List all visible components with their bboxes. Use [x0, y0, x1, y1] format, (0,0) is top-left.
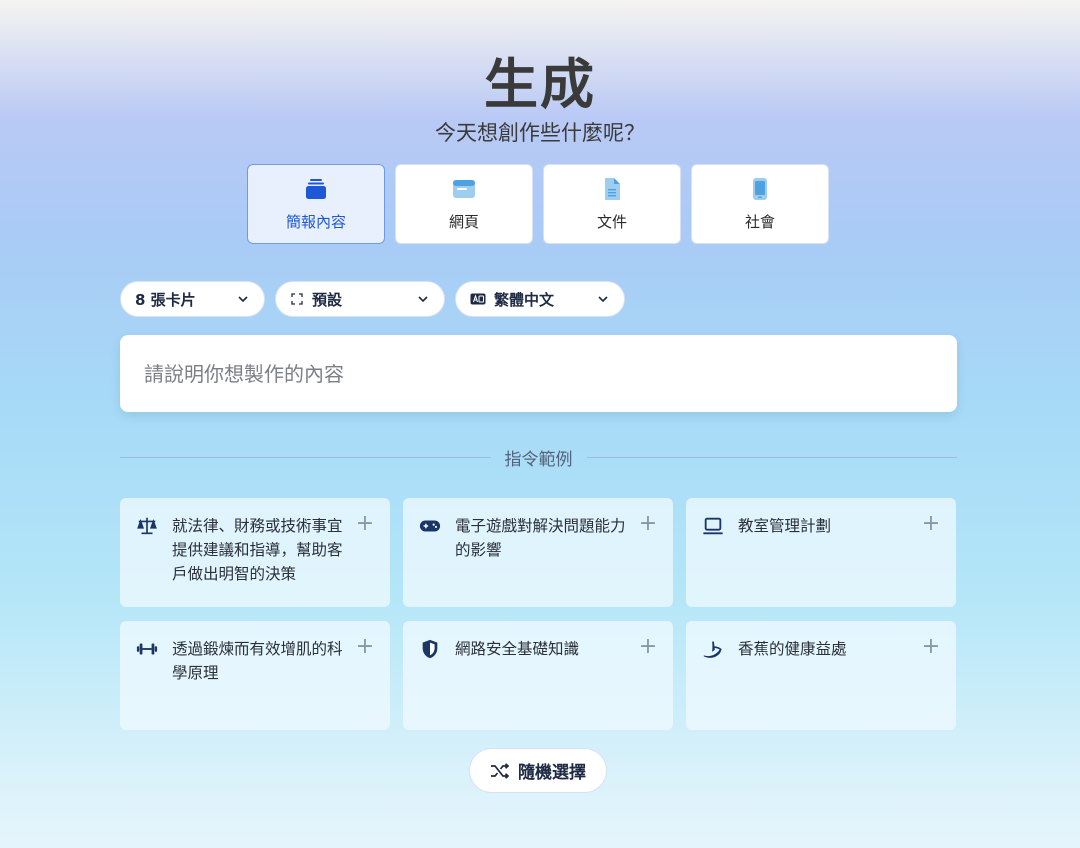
webpage-icon [453, 179, 475, 198]
type-card-webpage[interactable]: 網頁 [395, 164, 533, 244]
example-prompt-card[interactable]: 教室管理計劃 + [686, 498, 956, 607]
gamepad-icon [419, 520, 441, 532]
example-prompt-card[interactable]: 網路安全基礎知識 + [403, 621, 673, 730]
chevron-down-icon [596, 292, 610, 306]
example-prompt-text: 透過鍛煉而有效增肌的科學原理 [172, 640, 343, 682]
prompt-box [120, 335, 957, 412]
random-choice-button[interactable]: 隨機選擇 [469, 748, 607, 793]
page-subtitle: 今天想創作些什麼呢？ [435, 121, 645, 145]
type-card-label: 簡報內容 [285, 212, 346, 231]
example-prompt-text: 就法律、財務或技術事宜提供建議和指導，幫助客戶做出明智的決策 [172, 517, 343, 583]
card-count-value: 8 張卡片 [135, 290, 196, 309]
plus-icon[interactable]: + [920, 636, 942, 658]
scales-icon [137, 517, 157, 535]
chevron-down-icon [416, 292, 430, 306]
random-choice-label: 隨機選擇 [518, 763, 586, 783]
aspect-ratio-icon [290, 292, 304, 306]
type-card-document[interactable]: 文件 [543, 164, 681, 244]
example-prompt-text: 香蕉的健康益處 [738, 640, 847, 658]
divider-line [120, 456, 491, 458]
type-card-label: 社會 [744, 212, 775, 231]
document-icon [605, 177, 620, 200]
language-dropdown[interactable]: 繁體中文 [455, 281, 625, 317]
language-value: 繁體中文 [494, 290, 555, 309]
example-prompt-card[interactable]: 電子遊戲對解決問題能力的影響 + [403, 498, 673, 607]
type-card-presentation[interactable]: 簡報內容 [247, 164, 385, 244]
example-prompt-card[interactable]: 香蕉的健康益處 + [686, 621, 956, 730]
plus-icon[interactable]: + [354, 513, 376, 535]
chevron-down-icon [236, 292, 250, 306]
examples-divider: 指令範例 [120, 446, 957, 470]
card-count-dropdown[interactable]: 8 張卡片 [120, 281, 265, 317]
type-card-label: 文件 [596, 212, 627, 231]
examples-heading: 指令範例 [504, 449, 573, 470]
presentation-stack-icon [306, 178, 326, 199]
format-value: 預設 [312, 290, 343, 309]
prompt-input[interactable] [144, 361, 933, 386]
shield-icon [422, 639, 438, 659]
example-prompts-grid: 就法律、財務或技術事宜提供建議和指導，幫助客戶做出明智的決策 + 電子遊戲對解決… [120, 498, 956, 730]
language-icon [470, 292, 486, 306]
content-type-selector: 簡報內容 網頁 文件 社會 [247, 164, 829, 244]
divider-line [586, 456, 957, 458]
dumbbell-icon [136, 643, 158, 655]
plus-icon[interactable]: + [354, 636, 376, 658]
example-prompt-text: 教室管理計劃 [738, 517, 832, 535]
format-dropdown[interactable]: 預設 [275, 281, 445, 317]
plus-icon[interactable]: + [637, 636, 659, 658]
plus-icon[interactable]: + [637, 513, 659, 535]
example-prompt-card[interactable]: 就法律、財務或技術事宜提供建議和指導，幫助客戶做出明智的決策 + [120, 498, 390, 607]
laptop-icon [703, 517, 723, 535]
generation-options: 8 張卡片 預設 繁體中文 [120, 281, 625, 317]
example-prompt-text: 網路安全基礎知識 [455, 640, 580, 658]
type-card-social[interactable]: 社會 [691, 164, 829, 244]
mobile-phone-icon [753, 177, 767, 200]
banana-icon [703, 641, 722, 658]
example-prompt-text: 電子遊戲對解決問題能力的影響 [455, 517, 626, 559]
shuffle-icon [491, 762, 510, 779]
example-prompt-card[interactable]: 透過鍛煉而有效增肌的科學原理 + [120, 621, 390, 730]
plus-icon[interactable]: + [920, 513, 942, 535]
type-card-label: 網頁 [448, 212, 479, 231]
page-title: 生成 [484, 53, 596, 116]
